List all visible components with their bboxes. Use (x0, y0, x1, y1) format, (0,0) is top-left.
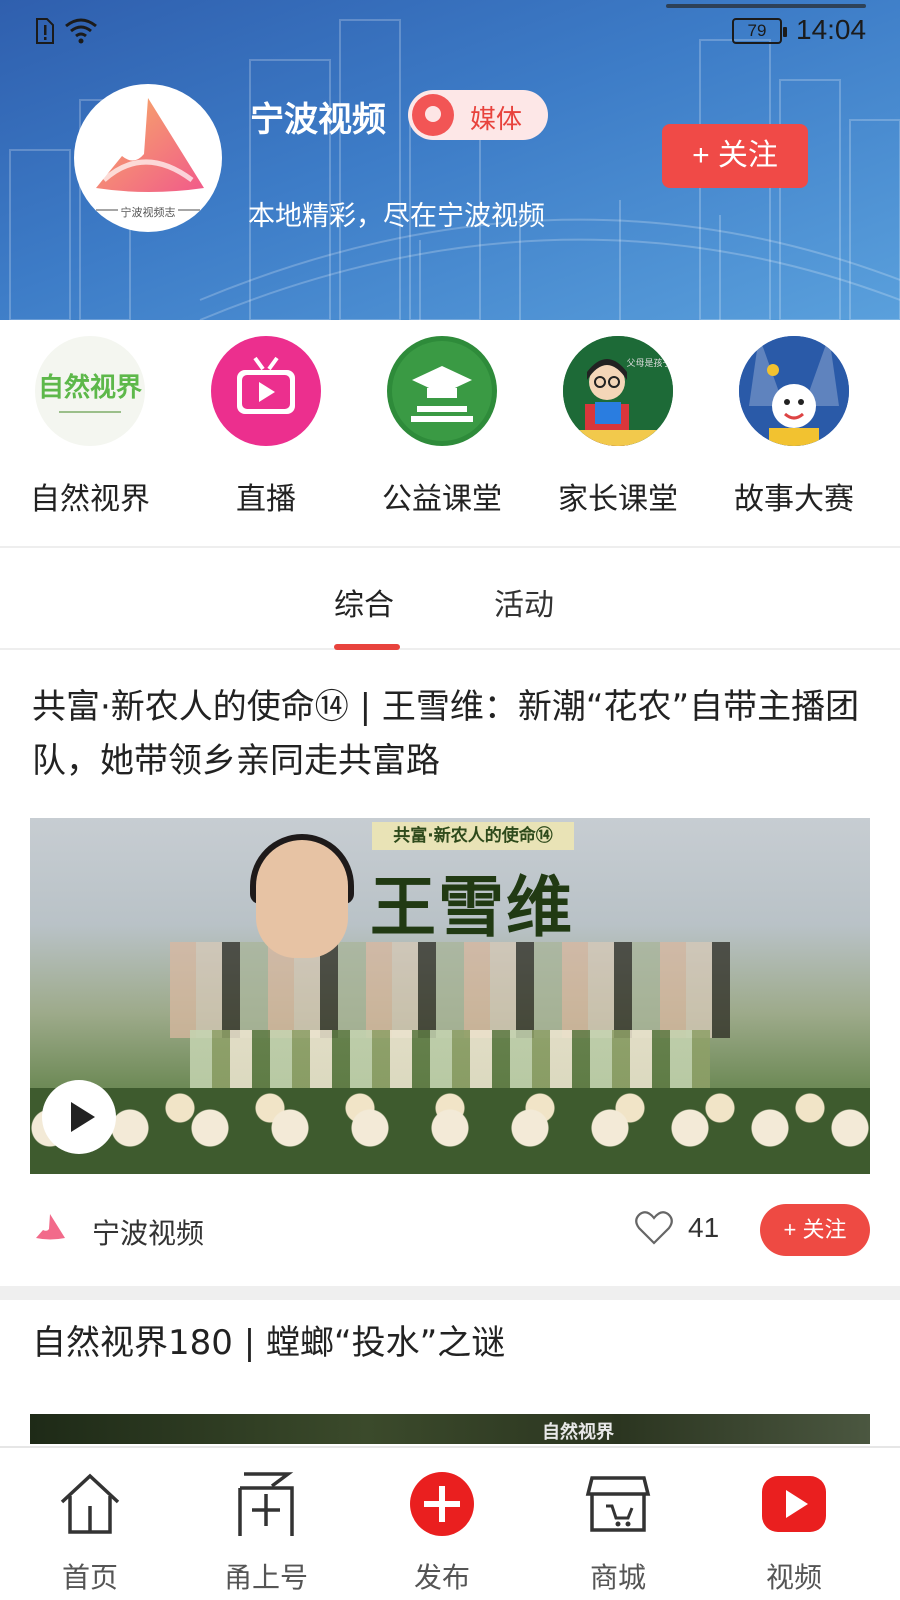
heart-icon[interactable] (634, 1210, 674, 1246)
store-icon (585, 1476, 651, 1532)
video-thumbnail[interactable]: 共富·新农人的使命⑭ 王雪维 (30, 818, 870, 1174)
video-play-icon (762, 1476, 826, 1532)
notch-pill (666, 4, 866, 8)
quick-channel-label: 直播 (236, 482, 296, 517)
quick-channel-parent-class[interactable]: 父母是孩子 家长课堂 (528, 336, 708, 518)
sim-alert-icon (36, 18, 54, 44)
quick-channel-story-contest[interactable]: 故事大赛 (704, 336, 884, 518)
live-tv-icon (211, 336, 321, 446)
active-tab-indicator (334, 644, 400, 650)
battery-indicator: 79 (732, 18, 787, 44)
thumbnail-blur-band (170, 942, 730, 1038)
nav-label: 视频 (765, 1561, 822, 1594)
thumbnail-series-tag: 自然视界 (542, 1422, 614, 1443)
follow-channel-button[interactable]: + 关注 (662, 124, 808, 188)
nav-label: 甬上号 (223, 1561, 308, 1594)
quick-channel-label: 故事大赛 (734, 482, 854, 517)
graduation-cap-icon (387, 336, 497, 446)
quick-channel-public-class[interactable]: 公益课堂 (352, 336, 532, 518)
quick-channel-nature-vision[interactable]: 自然视界 自然视界 (0, 336, 180, 518)
teacher-icon: 父母是孩子 (563, 336, 673, 446)
like-count: 41 (688, 1212, 720, 1243)
nav-label: 首页 (61, 1561, 118, 1594)
svg-text:父母是孩子: 父母是孩子 (626, 357, 671, 369)
quick-channel-live[interactable]: 直播 (176, 336, 356, 518)
home-icon (60, 1473, 120, 1534)
nature-vision-icon: 自然视界 (35, 336, 145, 446)
channel-avatar[interactable]: 宁波视频志 (74, 84, 222, 232)
status-bar: 79 14:04 (0, 0, 900, 62)
quick-channel-label: 自然视界 (30, 482, 150, 517)
channel-name: 宁波视频 (250, 100, 386, 140)
feed-separator (0, 1286, 900, 1300)
media-badge: 媒体 (408, 90, 548, 140)
publish-plus-icon (410, 1472, 474, 1536)
media-pin-icon (412, 94, 454, 136)
article-title[interactable]: 自然视界180 | 螳螂“投水”之谜 (32, 1316, 872, 1370)
content-tabs: 综合 活动 (0, 550, 900, 650)
nav-home[interactable]: 首页 (0, 1448, 180, 1600)
channel-description: 本地精彩，尽在宁波视频 (248, 201, 545, 232)
storyteller-icon (739, 336, 849, 446)
media-badge-label: 媒体 (470, 105, 523, 135)
follow-source-button[interactable]: + 关注 (760, 1204, 870, 1256)
bottom-navigation: 首页 甬上号 发布 商城 视频 (0, 1446, 900, 1600)
tab-activities[interactable]: 活动 (494, 580, 554, 624)
section-divider (0, 546, 900, 548)
nav-yongshang[interactable]: 甬上号 (176, 1448, 356, 1600)
channel-header: 79 14:04 宁波视频志 宁波视频 媒体 本地精彩，尽在宁波视频 + 关注 (0, 0, 900, 320)
wifi-icon (65, 18, 97, 44)
article-meta-row: 宁波视频 41 + 关注 (0, 1200, 900, 1260)
nav-label: 商城 (589, 1561, 646, 1594)
nav-store[interactable]: 商城 (528, 1448, 708, 1600)
quick-channel-label: 公益课堂 (382, 482, 502, 517)
clock: 14:04 (796, 14, 867, 45)
play-icon[interactable] (42, 1080, 116, 1154)
nav-publish[interactable]: 发布 (352, 1448, 532, 1600)
yongshang-icon (238, 1472, 294, 1536)
quick-channel-row: 自然视界 自然视界 直播 公益课堂 父母是孩子 家长课堂 故事大赛 (0, 320, 900, 548)
source-logo-icon (36, 1214, 65, 1240)
tab-comprehensive[interactable]: 综合 (334, 580, 394, 624)
nav-label: 发布 (413, 1561, 470, 1594)
logo-caption: 宁波视频志 (120, 206, 176, 219)
thumbnail-headline: 王雪维 (370, 869, 574, 946)
article-title[interactable]: 共富·新农人的使命⑭ | 王雪维：新潮“花农”自带主播团队，她带领乡亲同走共富路 (32, 680, 872, 788)
thumbnail-series-tag: 共富·新农人的使命⑭ (372, 822, 574, 850)
presenter-face (256, 840, 348, 958)
nav-video[interactable]: 视频 (704, 1448, 884, 1600)
video-thumbnail[interactable]: 自然视界 (30, 1414, 870, 1444)
svg-text:自然视界: 自然视界 (38, 372, 142, 403)
thumbnail-flowers (30, 1088, 870, 1174)
quick-channel-label: 家长课堂 (558, 482, 678, 517)
source-name[interactable]: 宁波视频 (92, 1212, 204, 1252)
